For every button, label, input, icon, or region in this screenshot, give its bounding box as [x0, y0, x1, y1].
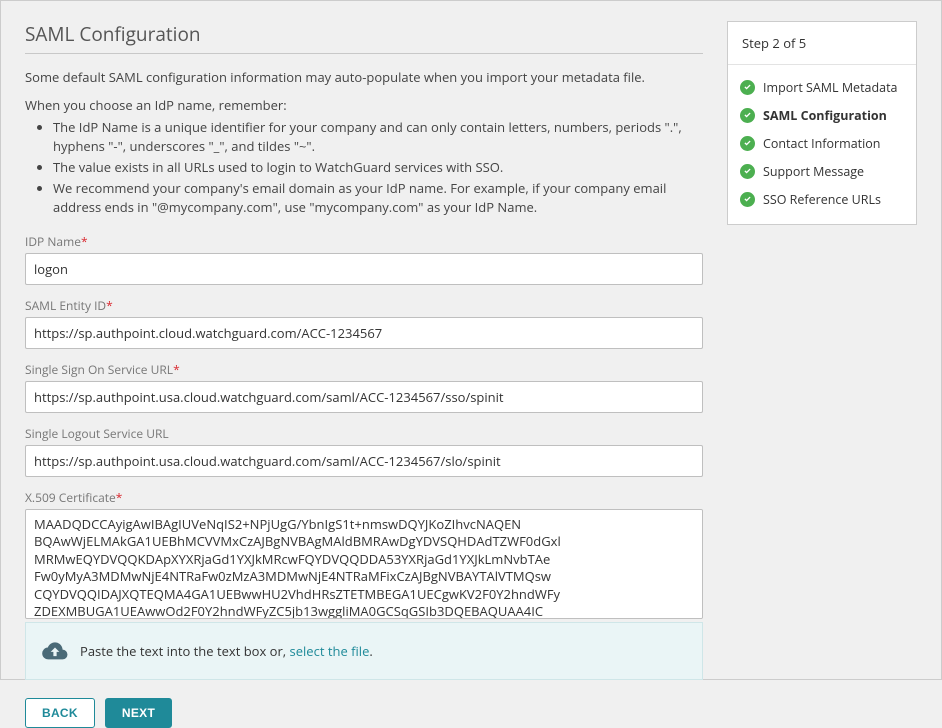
wizard-step-label: SSO Reference URLs — [763, 191, 881, 208]
wizard-step-counter: Step 2 of 5 — [728, 22, 916, 65]
guidelines-list: The IdP Name is a unique identifier for … — [25, 118, 703, 218]
intro-text: Some default SAML configuration informat… — [25, 68, 703, 86]
wizard-step[interactable]: Import SAML Metadata — [740, 79, 904, 96]
wizard-step-label: SAML Configuration — [763, 107, 887, 124]
wizard-step[interactable]: SSO Reference URLs — [740, 191, 904, 208]
wizard-step[interactable]: Support Message — [740, 163, 904, 180]
slo-url-label: Single Logout Service URL — [25, 425, 703, 442]
next-button[interactable]: NEXT — [105, 698, 172, 728]
guideline-item: The value exists in all URLs used to log… — [53, 158, 703, 177]
slo-url-input[interactable] — [25, 445, 703, 477]
wizard-progress-card: Step 2 of 5 Import SAML Metadata SAML Con… — [727, 21, 917, 225]
upload-hint-text: Paste the text into the text box or, — [80, 642, 290, 660]
select-file-link[interactable]: select the file — [290, 642, 370, 660]
cert-label: X.509 Certificate* — [25, 489, 703, 506]
sso-url-input[interactable] — [25, 381, 703, 413]
remember-heading: When you choose an IdP name, remember: — [25, 96, 703, 114]
guideline-item: The IdP Name is a unique identifier for … — [53, 118, 703, 156]
upload-hint-suffix: . — [369, 642, 372, 660]
check-icon — [740, 164, 755, 179]
entity-id-label: SAML Entity ID* — [25, 297, 703, 314]
wizard-step[interactable]: Contact Information — [740, 135, 904, 152]
check-icon — [740, 136, 755, 151]
sso-url-label: Single Sign On Service URL* — [25, 361, 703, 378]
idp-name-label: IDP Name* — [25, 233, 703, 250]
wizard-step-label: Contact Information — [763, 135, 880, 152]
upload-hint: Paste the text into the text box or, sel… — [25, 622, 703, 680]
guideline-item: We recommend your company's email domain… — [53, 179, 703, 217]
entity-id-input[interactable] — [25, 317, 703, 349]
idp-name-input[interactable] — [25, 253, 703, 285]
page-title: SAML Configuration — [25, 21, 703, 54]
wizard-step-label: Import SAML Metadata — [763, 79, 897, 96]
check-icon — [740, 192, 755, 207]
back-button[interactable]: BACK — [25, 698, 95, 728]
cert-textarea[interactable] — [25, 509, 703, 619]
check-icon — [740, 108, 755, 123]
wizard-step-label: Support Message — [763, 163, 864, 180]
wizard-step[interactable]: SAML Configuration — [740, 107, 904, 124]
cloud-upload-icon — [42, 641, 68, 661]
check-icon — [740, 80, 755, 95]
